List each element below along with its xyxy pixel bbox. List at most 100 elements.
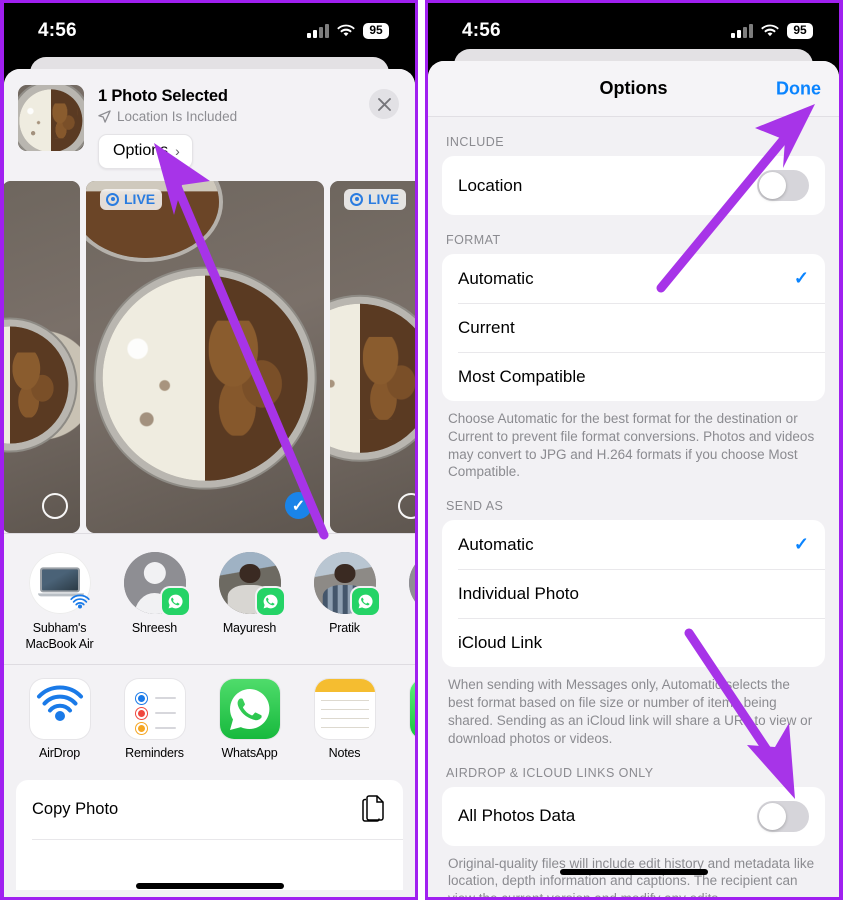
live-photo-icon [106, 192, 119, 206]
row-sendas-automatic[interactable]: Automatic ✓ [442, 520, 825, 569]
done-button[interactable]: Done [776, 78, 821, 99]
app-label: Notes [328, 746, 361, 761]
location-toggle[interactable] [757, 170, 809, 201]
reminders-icon [124, 679, 185, 740]
right-phone-frame: 4:56 95 Options Done INCLUDE Location FO… [425, 0, 843, 900]
right-phone-screen: 4:56 95 Options Done INCLUDE Location FO… [428, 3, 839, 897]
row-location[interactable]: Location [442, 156, 825, 215]
contact-label: Mayuresh [222, 621, 277, 635]
action-label: Copy Photo [32, 799, 119, 818]
format-card: Automatic ✓ Current Most Compatible [442, 254, 825, 401]
options-sheet: Options Done INCLUDE Location FORMAT Aut… [428, 61, 839, 897]
airdrop-badge-icon [68, 591, 92, 615]
close-button[interactable] [369, 89, 399, 119]
row-label: Current [458, 318, 515, 337]
checkmark-icon: ✓ [793, 268, 809, 288]
live-badge: LIVE [100, 189, 163, 210]
options-button[interactable]: Options › [98, 134, 193, 169]
wifi-icon [761, 24, 779, 37]
contact-subhams-macbook-air[interactable]: Subham's MacBook Air [12, 552, 107, 652]
battery-icon: 95 [787, 22, 813, 40]
checkmark-icon: ✓ [793, 534, 809, 555]
row-all-photos-data[interactable]: All Photos Data [442, 787, 825, 846]
photo-thumb-2[interactable]: LIVE ✓ [86, 181, 324, 533]
airdrop-icloud-card: All Photos Data [442, 786, 825, 846]
row-label: Automatic [458, 268, 534, 288]
contact-pratik[interactable]: Pratik [297, 552, 392, 652]
page-title: Options [599, 78, 668, 98]
photo-thumb-1[interactable] [4, 181, 80, 533]
airdrop-icon [29, 679, 90, 740]
section-label-airdrop-icloud: AIRDROP & ICLOUD LINKS ONLY [446, 765, 654, 780]
chevron-right-icon: › [175, 143, 180, 159]
row-label: Automatic [458, 534, 534, 554]
row-sendas-individual-photo[interactable]: Individual Photo [442, 570, 825, 618]
photo-select-circle[interactable] [42, 493, 68, 519]
options-navbar: Options Done [428, 61, 839, 117]
app-label: M [392, 746, 415, 760]
photo-selected-check[interactable]: ✓ [285, 492, 312, 519]
contact-shreesh[interactable]: Shreesh [107, 552, 202, 652]
share-actions-list: Copy Photo [16, 780, 403, 891]
row-label: Most Compatible [458, 367, 586, 386]
share-sheet-header-text: 1 Photo Selected Location Is Included Op… [98, 85, 401, 169]
notes-icon [314, 679, 375, 740]
contact-mayuresh[interactable]: Mayuresh [202, 552, 297, 652]
app-airdrop[interactable]: AirDrop [12, 679, 107, 760]
battery-icon: 95 [363, 22, 389, 40]
all-photos-data-toggle[interactable] [757, 800, 809, 832]
status-bar-left: 4:56 95 [4, 3, 415, 51]
live-badge-label: LIVE [368, 191, 400, 207]
row-format-most-compatible[interactable]: Most Compatible [442, 353, 825, 401]
copy-icon [362, 795, 384, 822]
left-phone-screen: 4:56 95 1 Photo Selected Location Is Inc… [4, 3, 415, 897]
avatar [123, 552, 189, 615]
contact-label: Pratik [329, 621, 360, 635]
screenshot-stage: 4:56 95 1 Photo Selected Location Is Inc… [0, 0, 843, 900]
row-label: Location [458, 175, 523, 195]
whatsapp-badge-icon [161, 588, 189, 615]
contact-partial[interactable]: Al M [392, 552, 415, 652]
avatar [408, 552, 415, 614]
share-contacts-row[interactable]: Subham's MacBook Air Shreesh Mayuresh Pr… [4, 534, 415, 665]
live-photo-icon [350, 192, 363, 206]
photo-thumb-3[interactable]: LIVE [330, 181, 415, 533]
share-sheet-header: 1 Photo Selected Location Is Included Op… [4, 69, 415, 181]
format-footnote: Choose Automatic for the best format for… [448, 411, 815, 480]
send-as-footnote: When sending with Messages only, Automat… [448, 677, 813, 746]
row-label: All Photos Data [458, 806, 576, 825]
selected-photo-thumbnail[interactable] [18, 85, 84, 151]
person-placeholder-icon [408, 552, 415, 614]
location-arrow-icon [98, 110, 111, 123]
section-label-send-as: SEND AS [446, 499, 504, 514]
whatsapp-badge-icon [256, 588, 284, 615]
page-title: 1 Photo Selected [98, 87, 228, 105]
app-label: WhatsApp [221, 746, 278, 761]
app-messages[interactable]: M [392, 679, 415, 760]
row-sendas-icloud-link[interactable]: iCloud Link [442, 619, 825, 667]
home-indicator [135, 883, 284, 889]
left-phone-frame: 4:56 95 1 Photo Selected Location Is Inc… [0, 0, 418, 900]
row-format-automatic[interactable]: Automatic ✓ [442, 254, 825, 303]
avatar [313, 552, 379, 615]
app-label: AirDrop [39, 746, 80, 761]
wifi-icon [337, 24, 355, 37]
location-status-label: Location Is Included [117, 109, 238, 124]
location-status: Location Is Included [98, 109, 401, 124]
status-time: 4:56 [462, 20, 501, 41]
app-notes[interactable]: Notes [297, 679, 392, 760]
home-indicator [559, 869, 708, 875]
options-button-label: Options [113, 142, 169, 159]
row-format-current[interactable]: Current [442, 304, 825, 352]
cellular-signal-icon [307, 23, 329, 38]
row-label: iCloud Link [458, 633, 543, 653]
app-reminders[interactable]: Reminders [107, 679, 202, 760]
section-label-format: FORMAT [446, 233, 501, 247]
photo-carousel[interactable]: LIVE ✓ LIVE [4, 181, 415, 533]
action-copy-photo[interactable]: Copy Photo [16, 780, 403, 839]
messages-icon [409, 679, 415, 740]
cellular-signal-icon [731, 23, 753, 38]
contact-label: Al M [392, 621, 415, 652]
app-whatsapp[interactable]: WhatsApp [202, 679, 297, 760]
share-apps-row[interactable]: AirDrop Reminders WhatsApp Notes [4, 665, 415, 771]
